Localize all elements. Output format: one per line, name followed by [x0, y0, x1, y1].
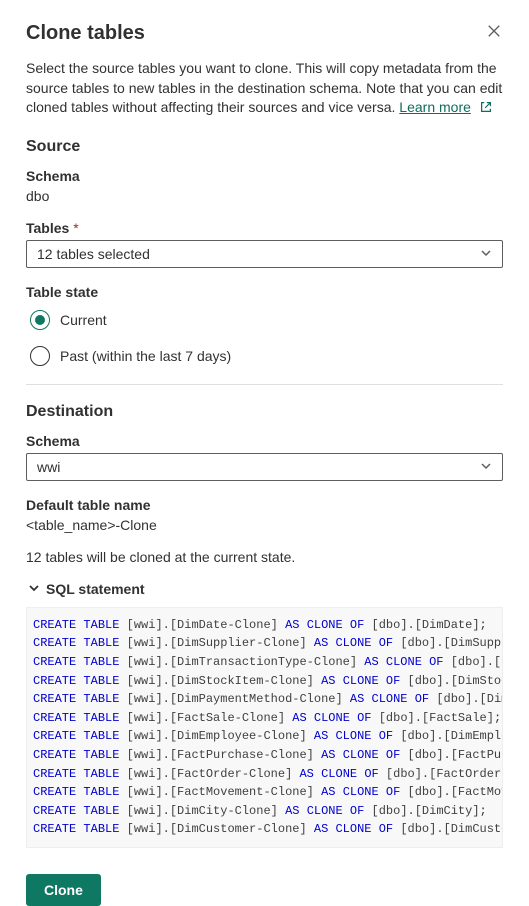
- dest-schema-label: Schema: [26, 433, 503, 449]
- sql-statement-toggle[interactable]: SQL statement: [26, 579, 503, 607]
- clone-button[interactable]: Clone: [26, 874, 101, 906]
- chevron-down-icon: [480, 246, 492, 262]
- radio-button-icon: [30, 346, 50, 366]
- close-icon[interactable]: [485, 22, 503, 44]
- dest-schema-dropdown[interactable]: wwi: [26, 453, 503, 481]
- divider: [26, 384, 503, 385]
- sql-statement-box: CREATE TABLE [wwi].[DimDate-Clone] AS CL…: [26, 607, 503, 848]
- intro-text: Select the source tables you want to clo…: [26, 59, 503, 118]
- chevron-down-icon: [28, 581, 40, 597]
- clone-status-text: 12 tables will be cloned at the current …: [26, 549, 503, 565]
- radio-button-icon: [30, 310, 50, 330]
- learn-more-link[interactable]: Learn more: [399, 99, 471, 115]
- radio-past-label: Past (within the last 7 days): [60, 348, 231, 364]
- external-link-icon: [479, 100, 493, 114]
- default-name-value: <table_name>-Clone: [26, 517, 503, 533]
- tables-dropdown-value: 12 tables selected: [37, 246, 150, 262]
- destination-heading: Destination: [26, 403, 503, 421]
- table-state-label: Table state: [26, 284, 503, 300]
- chevron-down-icon: [480, 459, 492, 475]
- dialog-title: Clone tables: [26, 22, 145, 45]
- radio-past[interactable]: Past (within the last 7 days): [26, 340, 503, 376]
- source-heading: Source: [26, 138, 503, 156]
- sql-statement-label: SQL statement: [46, 581, 145, 597]
- dest-schema-value: wwi: [37, 459, 60, 475]
- source-schema-label: Schema: [26, 168, 503, 184]
- tables-dropdown[interactable]: 12 tables selected: [26, 240, 503, 268]
- radio-current-label: Current: [60, 312, 107, 328]
- default-name-label: Default table name: [26, 497, 503, 513]
- tables-label: Tables: [26, 220, 503, 236]
- table-state-radio-group: Current Past (within the last 7 days): [26, 304, 503, 376]
- radio-current[interactable]: Current: [26, 304, 503, 340]
- source-schema-value: dbo: [26, 188, 503, 204]
